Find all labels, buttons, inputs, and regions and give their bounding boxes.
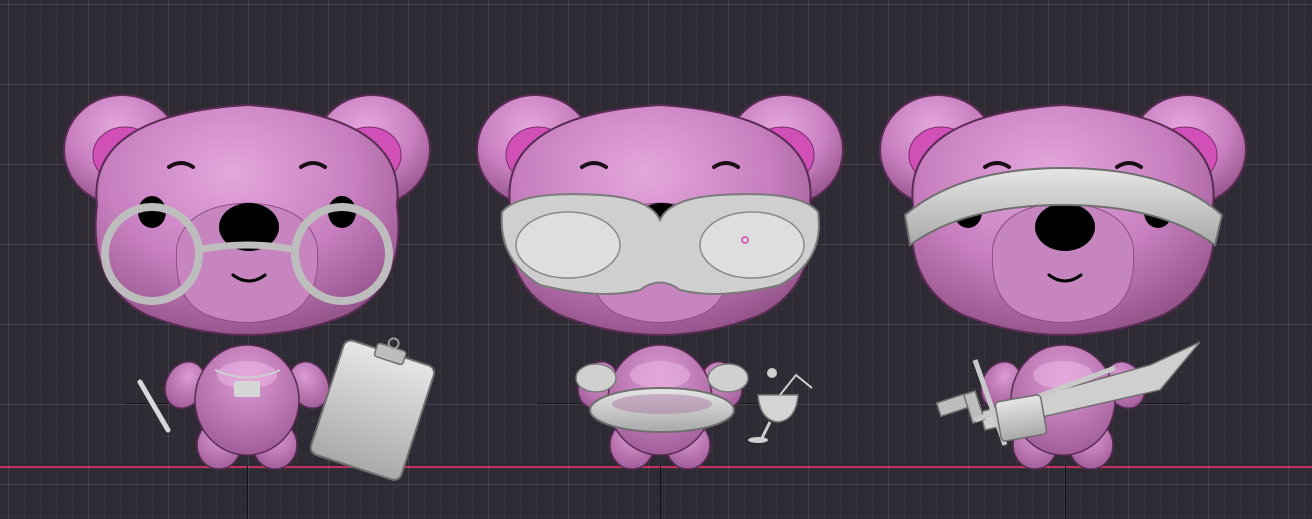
cocktail-glass-icon	[748, 368, 813, 443]
bear-with-headband	[878, 93, 1248, 471]
bear-with-glasses	[62, 93, 436, 481]
clipboard-icon	[309, 337, 436, 481]
3d-viewport[interactable]	[0, 0, 1312, 519]
character-scene	[62, 93, 1248, 481]
pencil-icon	[137, 379, 171, 433]
bear-with-goggles	[475, 93, 845, 471]
